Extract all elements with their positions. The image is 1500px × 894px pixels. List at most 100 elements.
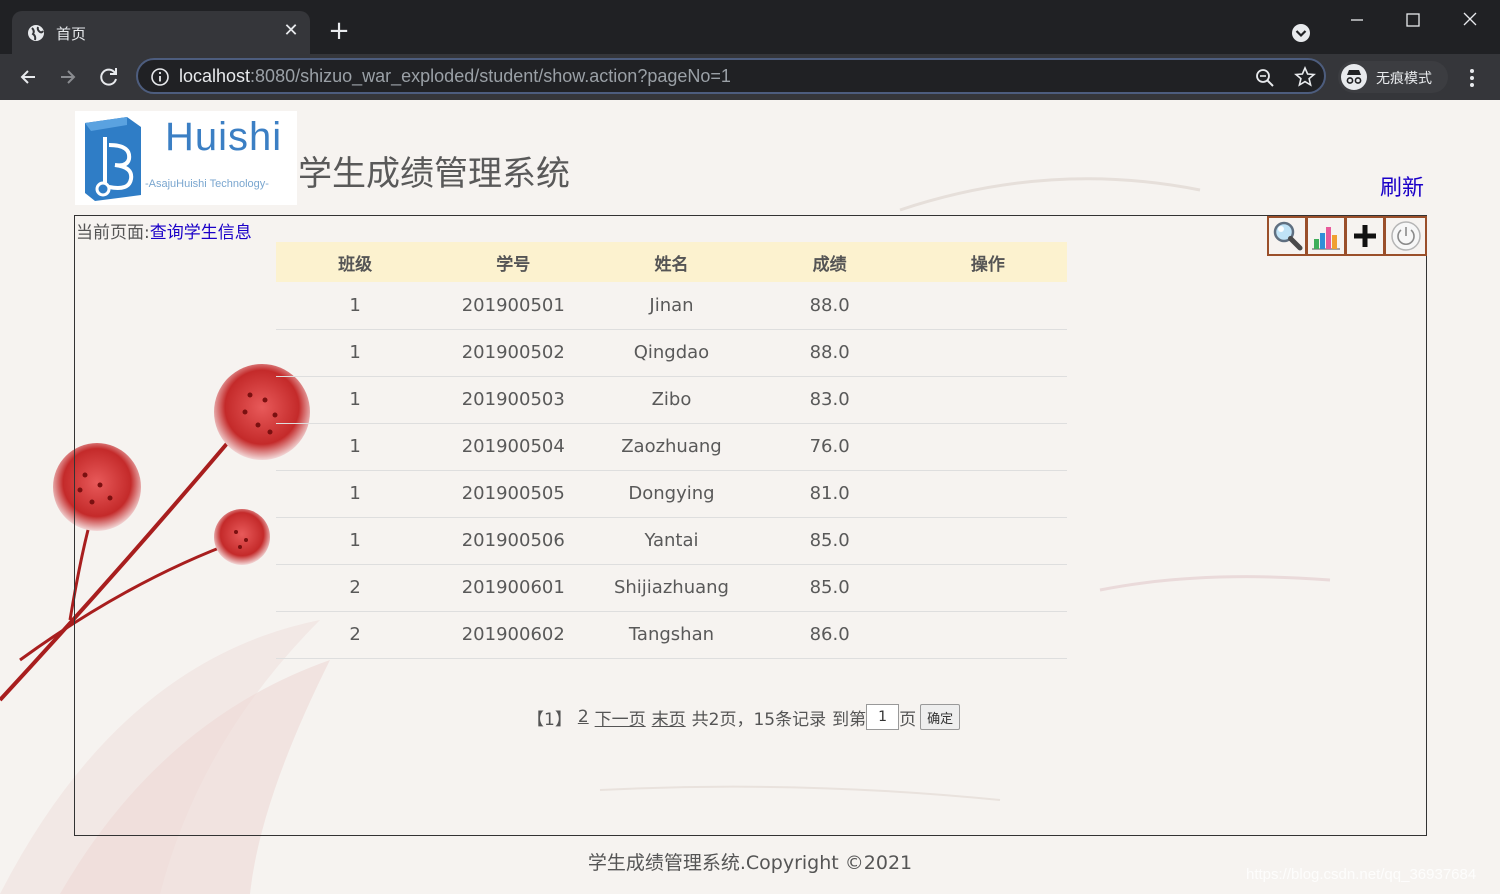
cell-score: 83.0 bbox=[750, 376, 909, 424]
chart-icon bbox=[1312, 227, 1340, 250]
cell-class: 1 bbox=[276, 376, 435, 424]
cell-operation bbox=[908, 517, 1067, 565]
goto-suffix: 页 bbox=[899, 709, 917, 730]
incognito-label: 无痕模式 bbox=[1376, 71, 1432, 87]
last-page-link[interactable]: 末页 bbox=[652, 705, 686, 730]
breadcrumb: 当前页面:查询学生信息 bbox=[76, 218, 252, 243]
breadcrumb-prefix: 当前页面: bbox=[76, 223, 150, 243]
cell-student-id: 201900503 bbox=[434, 376, 593, 424]
url-text[interactable]: localhost:8080/shizuo_war_exploded/stude… bbox=[179, 66, 731, 87]
tab-title: 首页 bbox=[56, 25, 87, 43]
cell-operation bbox=[908, 564, 1067, 612]
table-row: 1 201900505 Dongying 81.0 bbox=[276, 470, 1067, 518]
book-logo-icon bbox=[85, 117, 141, 201]
table-row: 2 201900601 Shijiazhuang 85.0 bbox=[276, 564, 1067, 612]
cell-student-id: 201900601 bbox=[434, 564, 593, 612]
new-tab-icon[interactable]: + bbox=[325, 17, 353, 45]
breadcrumb-current-link[interactable]: 查询学生信息 bbox=[150, 223, 252, 243]
header-student-id: 学号 bbox=[434, 242, 593, 282]
maximize-icon[interactable] bbox=[1398, 8, 1428, 32]
close-tab-icon[interactable]: ✕ bbox=[280, 20, 302, 42]
minimize-icon[interactable] bbox=[1342, 8, 1372, 32]
globe-icon bbox=[28, 25, 44, 41]
table-row: 1 201900502 Qingdao 88.0 bbox=[276, 329, 1067, 377]
cell-operation bbox=[908, 376, 1067, 424]
site-title: 学生成绩管理系统 bbox=[298, 154, 570, 194]
next-page-link[interactable]: 下一页 bbox=[595, 705, 646, 730]
cell-operation bbox=[908, 611, 1067, 659]
cell-class: 1 bbox=[276, 517, 435, 565]
browser-toolbar: localhost:8080/shizuo_war_exploded/stude… bbox=[0, 54, 1500, 100]
student-table: 班级 学号 姓名 成绩 操作 1 201900501 Jinan 88.0 1 20190… bbox=[276, 242, 1067, 659]
cell-score: 76.0 bbox=[750, 423, 909, 471]
cell-score: 86.0 bbox=[750, 611, 909, 659]
more-menu-icon[interactable] bbox=[1462, 66, 1482, 90]
forward-arrow-icon[interactable] bbox=[53, 62, 83, 92]
page-2-link[interactable]: 2 bbox=[578, 707, 589, 727]
cell-name: Tangshan bbox=[592, 611, 751, 659]
watermark: https://blog.csdn.net/qq_36937684 bbox=[1246, 866, 1477, 883]
search-icon bbox=[1273, 221, 1303, 251]
cell-score: 85.0 bbox=[750, 517, 909, 565]
cell-student-id: 201900502 bbox=[434, 329, 593, 377]
logo-subtext: -AsajuHuishi Technology- bbox=[145, 178, 269, 190]
bookmark-star-icon[interactable] bbox=[1294, 66, 1316, 88]
cell-score: 88.0 bbox=[750, 329, 909, 377]
current-page-indicator: 【1】 bbox=[527, 709, 572, 730]
goto-prefix: 到第 bbox=[832, 709, 867, 730]
cell-operation bbox=[908, 282, 1067, 330]
pagination: 【1】 2 下一页 末页 共2页，15条记录 到第 页 确定 bbox=[527, 704, 961, 730]
confirm-button[interactable]: 确定 bbox=[920, 704, 961, 730]
info-icon[interactable] bbox=[150, 67, 170, 87]
header-score: 成绩 bbox=[750, 242, 909, 282]
cell-class: 1 bbox=[276, 329, 435, 377]
cell-class: 1 bbox=[276, 282, 435, 330]
logo-text: Huishi bbox=[165, 115, 283, 159]
add-icon bbox=[1354, 225, 1376, 247]
cell-class: 2 bbox=[276, 564, 435, 612]
cell-student-id: 201900505 bbox=[434, 470, 593, 518]
back-arrow-icon[interactable] bbox=[13, 62, 43, 92]
search-student-button[interactable] bbox=[1269, 218, 1308, 254]
logout-button[interactable] bbox=[1386, 218, 1425, 254]
cell-class: 2 bbox=[276, 611, 435, 659]
table-row: 1 201900501 Jinan 88.0 bbox=[276, 282, 1067, 330]
incognito-badge[interactable]: 无痕模式 bbox=[1338, 61, 1448, 93]
header-class: 班级 bbox=[276, 242, 435, 282]
statistics-button[interactable] bbox=[1308, 218, 1347, 254]
cell-operation bbox=[908, 470, 1067, 518]
cell-student-id: 201900501 bbox=[434, 282, 593, 330]
close-window-icon[interactable] bbox=[1455, 8, 1485, 32]
table-row: 1 201900506 Yantai 85.0 bbox=[276, 517, 1067, 565]
cell-name: Shijiazhuang bbox=[592, 564, 751, 612]
incognito-icon bbox=[1341, 64, 1367, 90]
tab-search-icon[interactable] bbox=[1288, 20, 1314, 46]
page-summary: 共2页，15条记录 bbox=[691, 709, 827, 730]
cell-name: Yantai bbox=[592, 517, 751, 565]
goto-page-input[interactable] bbox=[866, 704, 900, 730]
header-name: 姓名 bbox=[592, 242, 751, 282]
content-frame: 当前页面:查询学生信息 班级 学号 姓名 成绩 操作 1 201900501 J… bbox=[74, 215, 1427, 836]
reload-icon[interactable] bbox=[94, 62, 124, 92]
add-student-button[interactable] bbox=[1347, 218, 1386, 254]
page-viewport: Huishi -AsajuHuishi Technology- 学生成绩管理系统… bbox=[0, 100, 1500, 894]
cell-score: 81.0 bbox=[750, 470, 909, 518]
action-toolbox bbox=[1267, 216, 1427, 256]
header-operation: 操作 bbox=[908, 242, 1067, 282]
address-bar[interactable]: localhost:8080/shizuo_war_exploded/stude… bbox=[136, 58, 1326, 94]
cell-name: Dongying bbox=[592, 470, 751, 518]
browser-tab[interactable]: 首页 ✕ bbox=[12, 11, 310, 54]
cell-student-id: 201900602 bbox=[434, 611, 593, 659]
table-row: 1 201900504 Zaozhuang 76.0 bbox=[276, 423, 1067, 471]
refresh-link[interactable]: 刷新 bbox=[1380, 170, 1424, 202]
cell-operation bbox=[908, 329, 1067, 377]
cell-name: Jinan bbox=[592, 282, 751, 330]
table-header-row: 班级 学号 姓名 成绩 操作 bbox=[276, 242, 1067, 282]
table-row: 1 201900503 Zibo 83.0 bbox=[276, 376, 1067, 424]
cell-class: 1 bbox=[276, 470, 435, 518]
cell-operation bbox=[908, 423, 1067, 471]
cell-name: Zaozhuang bbox=[592, 423, 751, 471]
zoom-icon[interactable] bbox=[1254, 67, 1276, 89]
brand-logo: Huishi -AsajuHuishi Technology- bbox=[75, 111, 297, 205]
browser-tab-strip: 首页 ✕ + bbox=[0, 0, 1500, 54]
